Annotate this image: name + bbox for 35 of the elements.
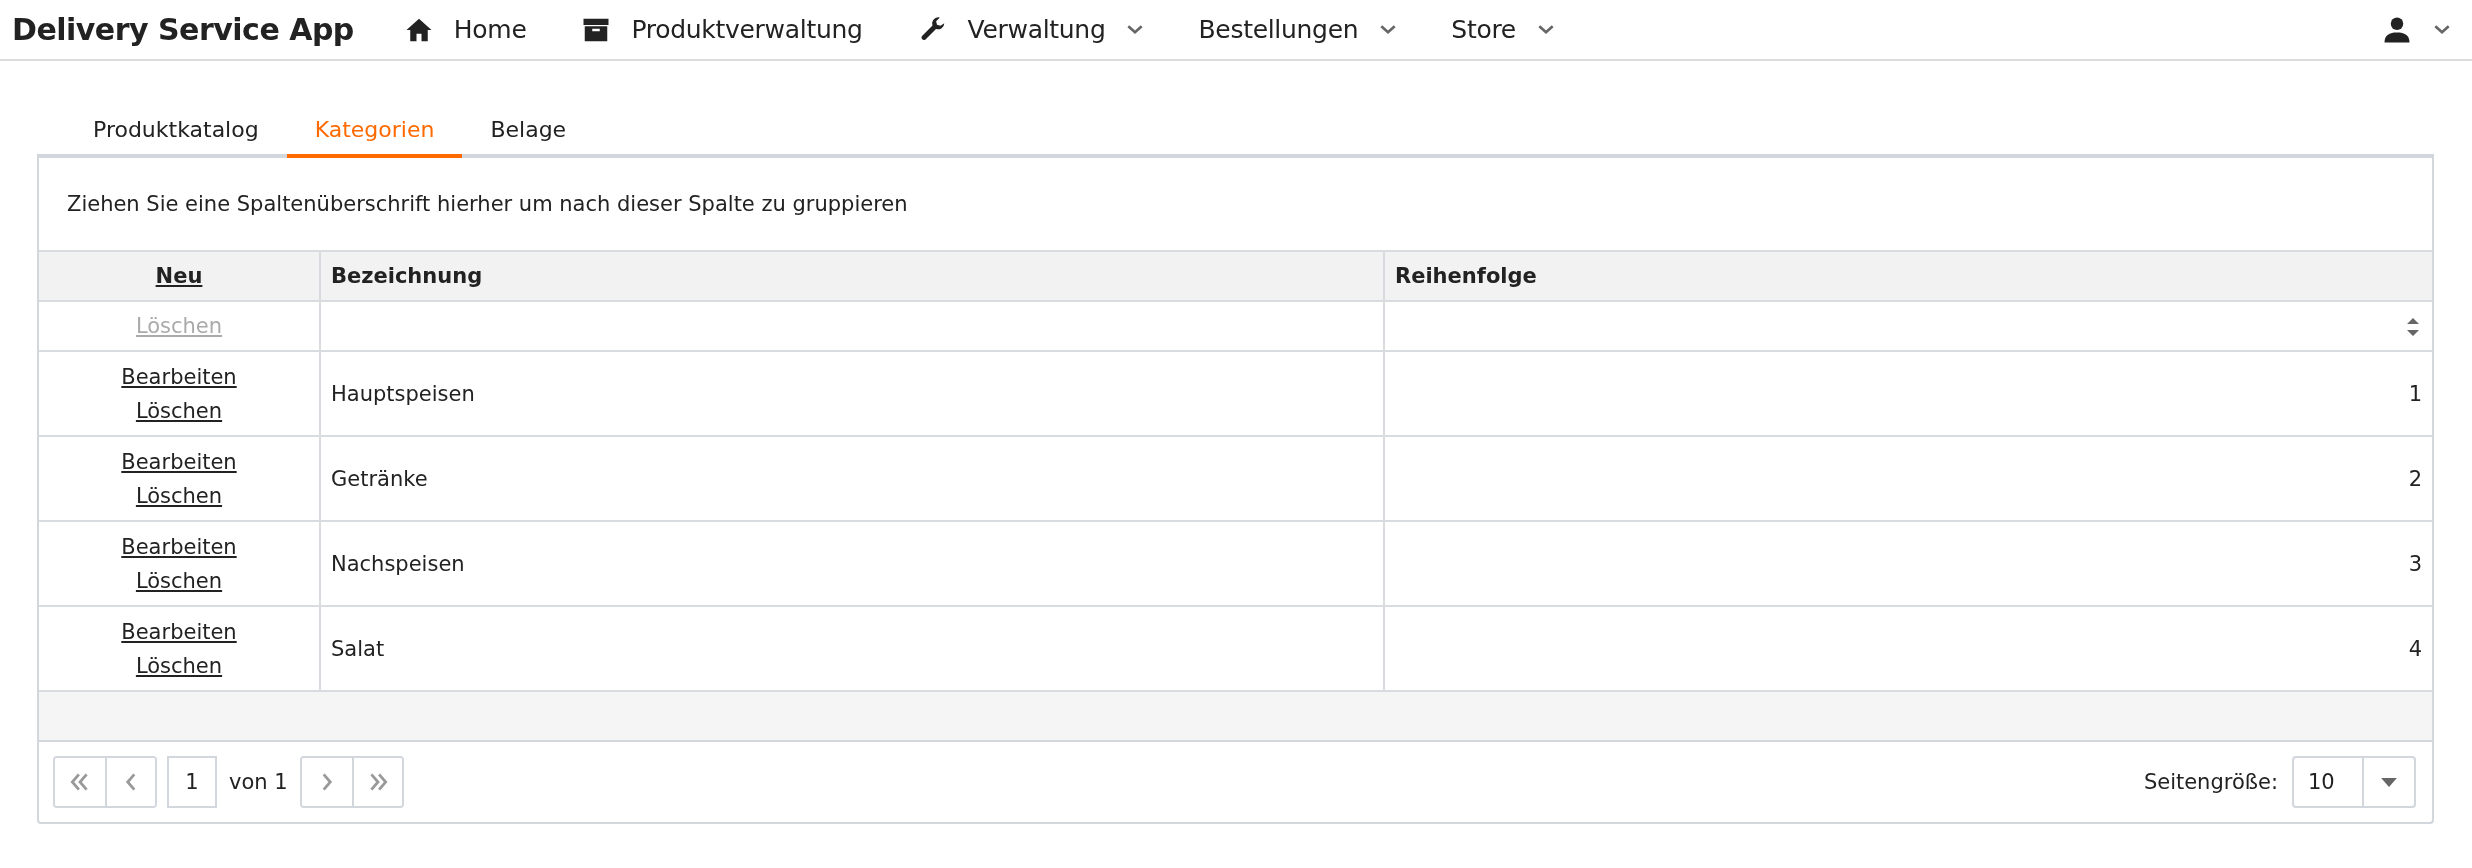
edit-link[interactable]: Bearbeiten: [121, 449, 237, 474]
filter-cell[interactable]: [320, 301, 1384, 351]
app-title[interactable]: Delivery Service App: [12, 12, 354, 47]
column-header[interactable]: Bezeichnung: [320, 251, 1384, 301]
delete-link[interactable]: Löschen: [135, 653, 223, 678]
page-count: von 1: [229, 770, 288, 794]
group-panel-hint: Ziehen Sie eine Spaltenüberschrift hierher um nach dieser Spalte zu gruppieren: [67, 192, 908, 216]
delete-link[interactable]: Löschen: [135, 398, 223, 423]
chevron-down-icon: [1537, 24, 1554, 35]
tab[interactable]: Belage: [462, 107, 595, 158]
new-link[interactable]: Neu: [155, 264, 203, 288]
chevron-down-icon: [1380, 24, 1397, 35]
caret-down-icon: [2381, 777, 2397, 787]
last-page-button[interactable]: [351, 758, 402, 806]
table-cell: Nachspeisen: [320, 521, 1384, 606]
delete-link[interactable]: Löschen: [135, 568, 223, 593]
edit-link[interactable]: Bearbeiten: [121, 619, 237, 644]
page-size-dropdown[interactable]: 10: [2292, 756, 2416, 808]
nav-item[interactable]: Bestellungen: [1198, 15, 1397, 44]
nav-item[interactable]: Home: [403, 14, 527, 45]
nav-item[interactable]: Produktverwaltung: [581, 14, 863, 45]
edit-link[interactable]: Bearbeiten: [121, 364, 237, 389]
table-cell: Getränke: [320, 436, 1384, 521]
nav-item[interactable]: Store: [1451, 15, 1554, 44]
page-number-field[interactable]: 1: [167, 756, 217, 808]
nav-item[interactable]: Verwaltung: [917, 14, 1144, 45]
chevron-down-icon: [2434, 24, 2450, 35]
column-header[interactable]: Reihenfolge: [1384, 251, 2432, 301]
edit-link[interactable]: Bearbeiten: [121, 534, 237, 559]
chevron-down-icon: [1127, 24, 1144, 35]
table-cell: Hauptspeisen: [320, 351, 1384, 436]
previous-page-button[interactable]: [105, 758, 155, 806]
tab[interactable]: Produktkatalog: [65, 107, 287, 158]
delete-link[interactable]: Löschen: [135, 483, 223, 508]
page-size-label: Seitengröße:: [2143, 770, 2278, 794]
